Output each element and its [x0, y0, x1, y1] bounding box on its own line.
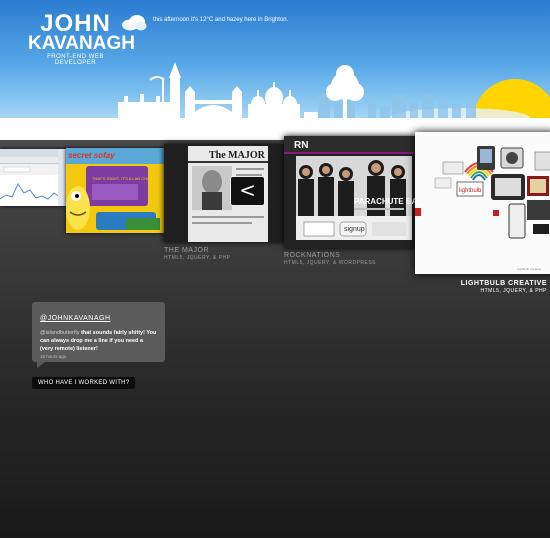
logo-tagline: FRONT-END WEB DEVELOPER	[47, 54, 104, 66]
logo-last-name: KAVANAGH	[28, 33, 135, 54]
portfolio-item[interactable]: secret sofay THAT'S RIGHT, IT'S A LAN CH…	[66, 148, 164, 233]
portfolio-title: LIGHTBULB CREATIVE	[460, 280, 547, 287]
cloud-icon	[122, 15, 147, 31]
lightbulb-sticker: lightbulb	[459, 188, 482, 194]
tweet-time: 18 hours ago	[40, 354, 67, 359]
portfolio-title: ROCKNATIONS	[284, 252, 341, 259]
the-major-screenshot: The MAJOR	[188, 146, 268, 242]
portfolio-caption-rocknations[interactable]: ROCKNATIONS HTML5, JQUERY, & WORDPRESS	[284, 252, 416, 266]
portfolio-tech: HTML5, JQUERY, & PHP	[480, 288, 547, 294]
portfolio-caption-lightbulb[interactable]: LIGHTBULB CREATIVE HTML5, JQUERY, & PHP	[430, 280, 547, 294]
site-logo[interactable]: JOHN KAVANAGH FRONT-END WEB DEVELOPER	[28, 10, 135, 67]
portfolio-item[interactable]	[0, 149, 66, 206]
portfolio-item[interactable]: RN PARACHUTE BAND signup	[284, 136, 416, 248]
portfolio-title: THE MAJOR	[164, 247, 209, 254]
rocknations-screenshot: RN PARACHUTE BAND signup	[284, 136, 416, 248]
tweet-mention[interactable]: @islandbutterfly	[40, 330, 80, 336]
twitter-handle-link[interactable]: @JOHNKAVANAGH	[40, 315, 111, 322]
portfolio-item[interactable]: The MAJOR	[164, 144, 284, 242]
lightbulb-creative-screenshot: lightbulb Lightbulb Creative	[415, 132, 550, 274]
weather-text: this afternoon it's 12°C and hazey here …	[153, 17, 289, 23]
portfolio-caption-the-major[interactable]: THE MAJOR HTML5, JQUERY, & PHP	[164, 247, 284, 261]
site3-title: The MAJOR	[209, 150, 266, 161]
site2-title: secret sofay	[68, 151, 115, 160]
who-have-i-worked-with-button[interactable]: WHO HAVE I WORKED WITH?	[32, 377, 136, 389]
carousel-prev-button[interactable]: <	[230, 176, 265, 206]
site4-signup: signup	[344, 226, 365, 233]
analytics-screenshot	[0, 149, 66, 206]
site4-band-title: PARACHUTE BAND	[354, 197, 416, 206]
portfolio-tech: HTML5, JQUERY, & WORDPRESS	[284, 260, 376, 266]
portfolio-item-featured[interactable]: lightbulb Lightbulb Creative	[415, 132, 550, 274]
site2-subtitle: THAT'S RIGHT, IT'S A LAN CHAT!	[92, 176, 153, 181]
chevron-left-icon: <	[239, 178, 256, 202]
logo-first-name: JOHN	[40, 10, 111, 37]
header-sky: JOHN KAVANAGH FRONT-END WEB DEVELOPER th…	[0, 0, 550, 140]
tweet-text: @islandbutterfly that sounds fairly shit…	[40, 329, 157, 353]
secret-sofay-screenshot: secret sofay THAT'S RIGHT, IT'S A LAN CH…	[66, 148, 164, 233]
site4-logo: RN	[294, 140, 308, 151]
site5-footer: Lightbulb Creative	[517, 267, 542, 271]
twitter-bubble: @JOHNKAVANAGH @islandbutterfly that soun…	[32, 302, 165, 368]
portfolio-tech: HTML5, JQUERY, & PHP	[164, 255, 231, 261]
